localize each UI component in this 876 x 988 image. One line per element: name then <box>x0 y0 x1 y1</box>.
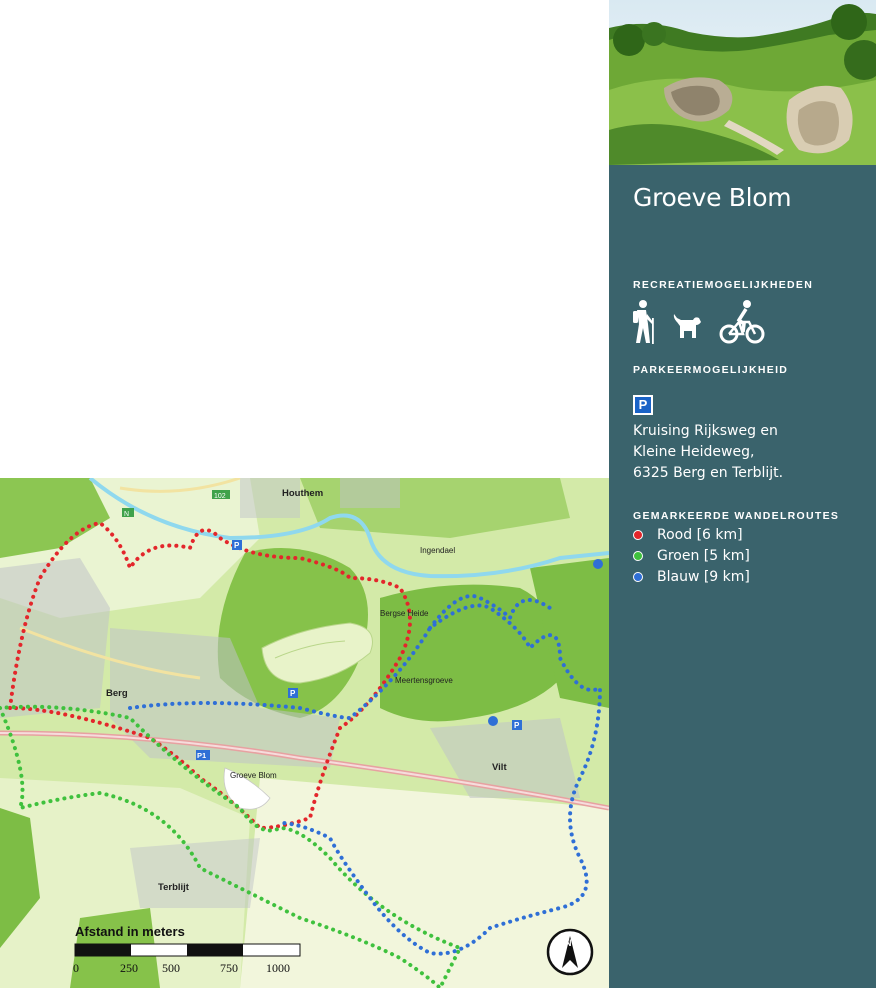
route-blue: Blauw [9 km] <box>633 566 750 587</box>
route-label: Blauw [9 km] <box>657 568 750 585</box>
info-icon[interactable] <box>593 559 603 569</box>
info-panel: Groeve Blom Recreatiemogelijkheden <box>609 165 876 988</box>
route-red: Rood [6 km] <box>633 524 750 545</box>
place-label: Berg <box>106 688 128 699</box>
address-line: 6325 Berg en Terblijt. <box>633 465 784 481</box>
parking-icon-letter: P <box>635 397 651 413</box>
svg-text:P: P <box>234 541 240 550</box>
svg-text:P1: P1 <box>197 751 206 760</box>
svg-text:P: P <box>290 689 296 698</box>
info-icon[interactable] <box>488 716 498 726</box>
page-title: Groeve Blom <box>633 183 792 212</box>
recreation-icons <box>631 298 781 346</box>
svg-text:P: P <box>514 721 520 730</box>
parking-heading: Parkeermogelijkheid <box>633 364 789 376</box>
parking-marker-p1[interactable]: P1 <box>196 750 210 760</box>
svg-text:102: 102 <box>214 493 226 500</box>
parking-icon: P <box>633 395 653 415</box>
place-label: Vilt <box>492 762 507 773</box>
place-label: Terblijt <box>158 882 190 893</box>
road-badge: 102 <box>212 490 230 500</box>
blank-area <box>0 0 609 478</box>
north-arrow-icon: N <box>546 928 594 976</box>
hiker-icon <box>633 300 654 344</box>
quarry-photo <box>609 0 876 165</box>
cyclist-icon <box>719 300 765 344</box>
place-label: Bergse Heide <box>380 609 429 618</box>
address-line: Kleine Heideweg, <box>633 444 755 460</box>
route-label: Rood [6 km] <box>657 526 743 543</box>
scale-tick: 500 <box>162 961 180 975</box>
scale-tick: 750 <box>220 961 238 975</box>
routes-heading: Gemarkeerde wandelroutes <box>633 510 840 522</box>
scale-tick: 250 <box>120 961 138 975</box>
parking-marker[interactable]: P <box>288 688 298 698</box>
green-dot-icon <box>633 550 643 561</box>
parking-marker[interactable]: P <box>512 720 522 730</box>
place-label: Ingendael <box>420 546 455 555</box>
route-green: Groen [5 km] <box>633 545 750 566</box>
recreation-heading: Recreatiemogelijkheden <box>633 279 814 291</box>
address-line: Kruising Rijksweg en <box>633 423 778 439</box>
red-dot-icon <box>633 529 643 540</box>
routes-legend: Rood [6 km] Groen [5 km] Blauw [9 km] <box>633 524 750 587</box>
parking-marker[interactable]: P <box>232 540 242 550</box>
svg-text:N: N <box>565 938 572 948</box>
route-label: Groen [5 km] <box>657 547 750 564</box>
road-badge: N <box>122 508 134 518</box>
place-label: Groeve Blom <box>230 771 277 780</box>
blue-dot-icon <box>633 571 643 582</box>
svg-text:N: N <box>124 511 129 518</box>
parking-address: Kruising Rijksweg en Kleine Heideweg, 63… <box>633 421 783 484</box>
place-label: Houthem <box>282 488 323 499</box>
route-map[interactable]: Houthem Ingendael Bergse Heide Meertensg… <box>0 478 609 988</box>
place-label: Meertensgroeve <box>395 676 453 685</box>
scale-tick: 1000 <box>266 961 290 975</box>
scale-title: Afstand in meters <box>75 924 185 939</box>
scale-tick: 0 <box>73 961 79 975</box>
dog-icon <box>673 314 701 338</box>
